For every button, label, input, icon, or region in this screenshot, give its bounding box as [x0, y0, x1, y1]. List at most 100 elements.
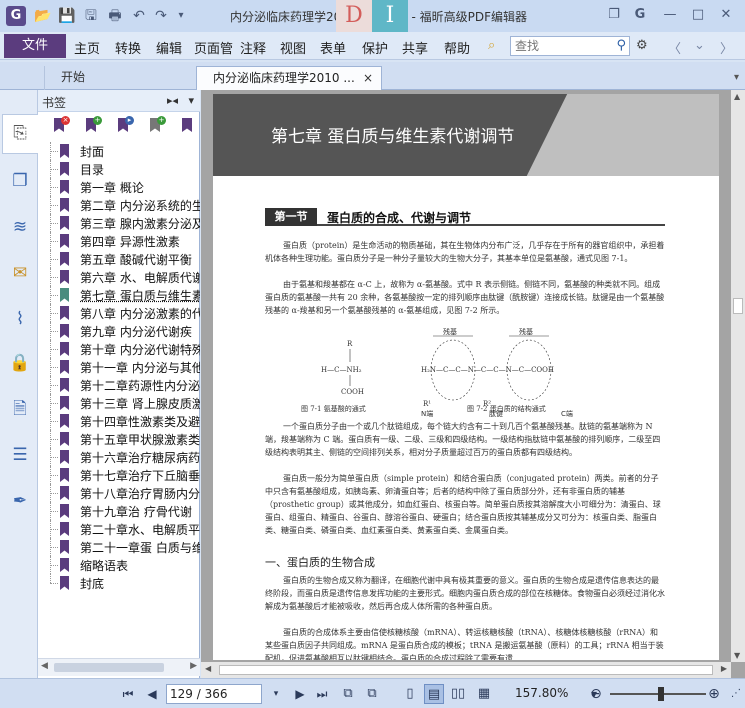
menu-convert[interactable]: 转换 — [115, 38, 141, 57]
zoom-level[interactable]: 157.80% — [515, 686, 568, 700]
scroll-up-icon[interactable]: ▲ — [734, 92, 740, 101]
tab-list-dropdown-icon[interactable]: ▾ — [734, 72, 739, 83]
bookmark-item[interactable]: 第六章 水、电解质代谢 — [38, 268, 200, 286]
bookmark-item[interactable]: 第十七章治疗下丘脑垂 — [38, 466, 200, 484]
expand-bookmark-icon[interactable] — [180, 118, 196, 134]
gear-icon[interactable]: ⚙ — [636, 38, 648, 53]
bookmark-item[interactable]: 缩略语表 — [38, 556, 200, 574]
skin-icon[interactable]: G — [630, 6, 650, 24]
form-fields-icon[interactable]: ☰ — [9, 444, 31, 466]
customize-dropdown-icon[interactable]: ▾ — [172, 7, 190, 25]
bookmark-item[interactable]: 第十六章治疗糖尿病药 — [38, 448, 200, 466]
bookmark-item[interactable]: 第一章 概论 — [38, 178, 200, 196]
bookmark-item[interactable]: 第二十一章蛋 白质与维 — [38, 538, 200, 556]
search-input[interactable] — [511, 37, 609, 55]
vertical-scrollbar[interactable]: ▲ ▼ — [731, 90, 745, 662]
save-icon[interactable]: 💾 — [58, 7, 76, 25]
page-number-input[interactable]: 129 / 366 — [166, 684, 262, 704]
bookmark-panel-icon[interactable]: ⎘ — [9, 122, 31, 144]
facing-view-icon[interactable]: ▯▯ — [448, 684, 468, 704]
bookmark-item[interactable]: 第五章 酸碱代谢平衡 — [38, 250, 200, 268]
zoom-slider-thumb[interactable] — [658, 687, 664, 701]
bookmark-item[interactable]: 第十四章性激素类及避 — [38, 412, 200, 430]
restore-icon[interactable]: ❐ — [604, 6, 624, 24]
maximize-button[interactable]: □ — [688, 6, 708, 24]
bookmark-item[interactable]: 第十二章药源性内分泌 — [38, 376, 200, 394]
menu-home[interactable]: 主页 — [74, 38, 100, 57]
bookmark-item[interactable]: 第十九章治 疗骨代谢 — [38, 502, 200, 520]
print-icon[interactable]: 🖶 — [106, 7, 124, 25]
menu-view[interactable]: 视图 — [280, 38, 306, 57]
comments-icon[interactable]: ✉ — [9, 262, 31, 284]
delete-bookmark-icon[interactable]: × — [52, 116, 70, 134]
scroll-right-icon[interactable]: ▶ — [190, 661, 197, 671]
chevron-right-icon[interactable]: 〉 — [720, 38, 733, 57]
menu-protect[interactable]: 保护 — [362, 38, 388, 57]
scroll-right-icon[interactable]: ▶ — [721, 664, 727, 673]
bookmark-item[interactable]: 第二十章水、电解质平 — [38, 520, 200, 538]
folder-search-icon[interactable]: ⌕ — [488, 38, 495, 53]
bookmark-item[interactable]: 目录 — [38, 160, 200, 178]
menu-help[interactable]: 帮助 — [444, 38, 470, 57]
bookmark-item[interactable]: 封面 — [38, 142, 200, 160]
page-properties-icon[interactable]: 🗎 — [9, 398, 31, 420]
add-bookmark-icon[interactable]: + — [84, 116, 102, 134]
previous-page-button[interactable]: ◀ — [144, 685, 160, 703]
menu-share[interactable]: 共享 — [402, 38, 428, 57]
signature-icon[interactable]: ✒ — [9, 490, 31, 512]
add-page-bookmark-icon[interactable]: + — [148, 116, 166, 134]
last-page-button[interactable]: ⏭ — [314, 685, 330, 703]
close-icon[interactable]: × — [363, 67, 373, 89]
tab-document[interactable]: 内分泌临床药理学2010 ... × — [196, 66, 382, 90]
bookmark-item[interactable]: 封底 — [38, 574, 200, 592]
horizontal-scrollbar[interactable]: ◀ ▶ — [201, 662, 731, 678]
bookmark-item[interactable]: 第二章 内分泌系统的生 — [38, 196, 200, 214]
bookmark-item[interactable]: 第七章 蛋白质与维生素 — [38, 286, 200, 304]
lock-icon[interactable]: 🔒 — [9, 352, 31, 374]
collapse-panel-icon[interactable]: ▸◂ — [167, 94, 178, 107]
next-view-icon[interactable]: ⧉ — [362, 684, 382, 704]
menu-comment[interactable]: 注释 — [240, 38, 266, 57]
layers-icon[interactable]: ≋ — [9, 216, 31, 238]
app-logo-icon[interactable]: G — [6, 6, 26, 26]
scrollbar-thumb[interactable] — [54, 663, 164, 672]
open-folder-icon[interactable]: 📂 — [34, 7, 52, 25]
bookmark-item[interactable]: 第十一章 内分泌与其他 — [38, 358, 200, 376]
menu-edit[interactable]: 编辑 — [156, 38, 182, 57]
continuous-view-icon[interactable]: ▤ — [424, 684, 444, 704]
close-button[interactable]: ✕ — [716, 6, 736, 24]
previous-view-icon[interactable]: ⧉ — [338, 684, 358, 704]
resize-grip-icon[interactable]: ⋰ — [728, 685, 744, 703]
panel-menu-icon[interactable]: ▾ — [188, 94, 194, 107]
redo-icon[interactable]: ↷ — [152, 7, 170, 25]
chevron-left-icon[interactable]: 〈 — [668, 38, 681, 57]
scrollbar-thumb[interactable] — [219, 665, 713, 675]
zoom-in-icon[interactable]: ⊕ — [706, 685, 722, 703]
bookmark-settings-icon[interactable]: ▸ — [116, 116, 134, 134]
save-as-icon[interactable]: 🖫 — [82, 7, 100, 25]
thumbnails-icon[interactable]: ❐ — [9, 170, 31, 192]
minimize-button[interactable]: — — [660, 6, 680, 24]
bookmark-item[interactable]: 第四章 异源性激素 — [38, 232, 200, 250]
bookmark-item[interactable]: 第三章 腺内激素分泌及 — [38, 214, 200, 232]
next-page-button[interactable]: ▶ — [292, 685, 308, 703]
tab-start[interactable]: 开始 — [44, 66, 194, 90]
bookmark-item[interactable]: 第十五章甲状腺激素类 — [38, 430, 200, 448]
bookmark-item[interactable]: 第九章 内分泌代谢疾 — [38, 322, 200, 340]
search-icon[interactable]: ⚲ — [616, 38, 626, 53]
scroll-down-icon[interactable]: ▼ — [734, 651, 740, 660]
single-page-view-icon[interactable]: ▯ — [400, 684, 420, 704]
first-page-button[interactable]: ⏮ — [120, 685, 136, 703]
scrollbar-thumb[interactable] — [733, 298, 743, 314]
bookmark-item[interactable]: 第十章 内分泌代谢特殊 — [38, 340, 200, 358]
attachment-icon[interactable]: ⌇ — [9, 308, 31, 330]
undo-icon[interactable]: ↶ — [130, 7, 148, 25]
bookmark-item[interactable]: 第十三章 肾上腺皮质激 — [38, 394, 200, 412]
chevron-down-icon[interactable]: ⌄ — [694, 38, 705, 53]
page-dropdown-icon[interactable]: ▾ — [268, 685, 284, 703]
file-menu-button[interactable]: 文件 — [4, 34, 66, 58]
bookmark-horizontal-scrollbar[interactable]: ◀ ▶ — [38, 658, 200, 676]
menu-form[interactable]: 表单 — [320, 38, 346, 57]
menu-page-manage[interactable]: 页面管 — [194, 38, 238, 57]
bookmark-item[interactable]: 第十八章治疗胃肠内分 — [38, 484, 200, 502]
